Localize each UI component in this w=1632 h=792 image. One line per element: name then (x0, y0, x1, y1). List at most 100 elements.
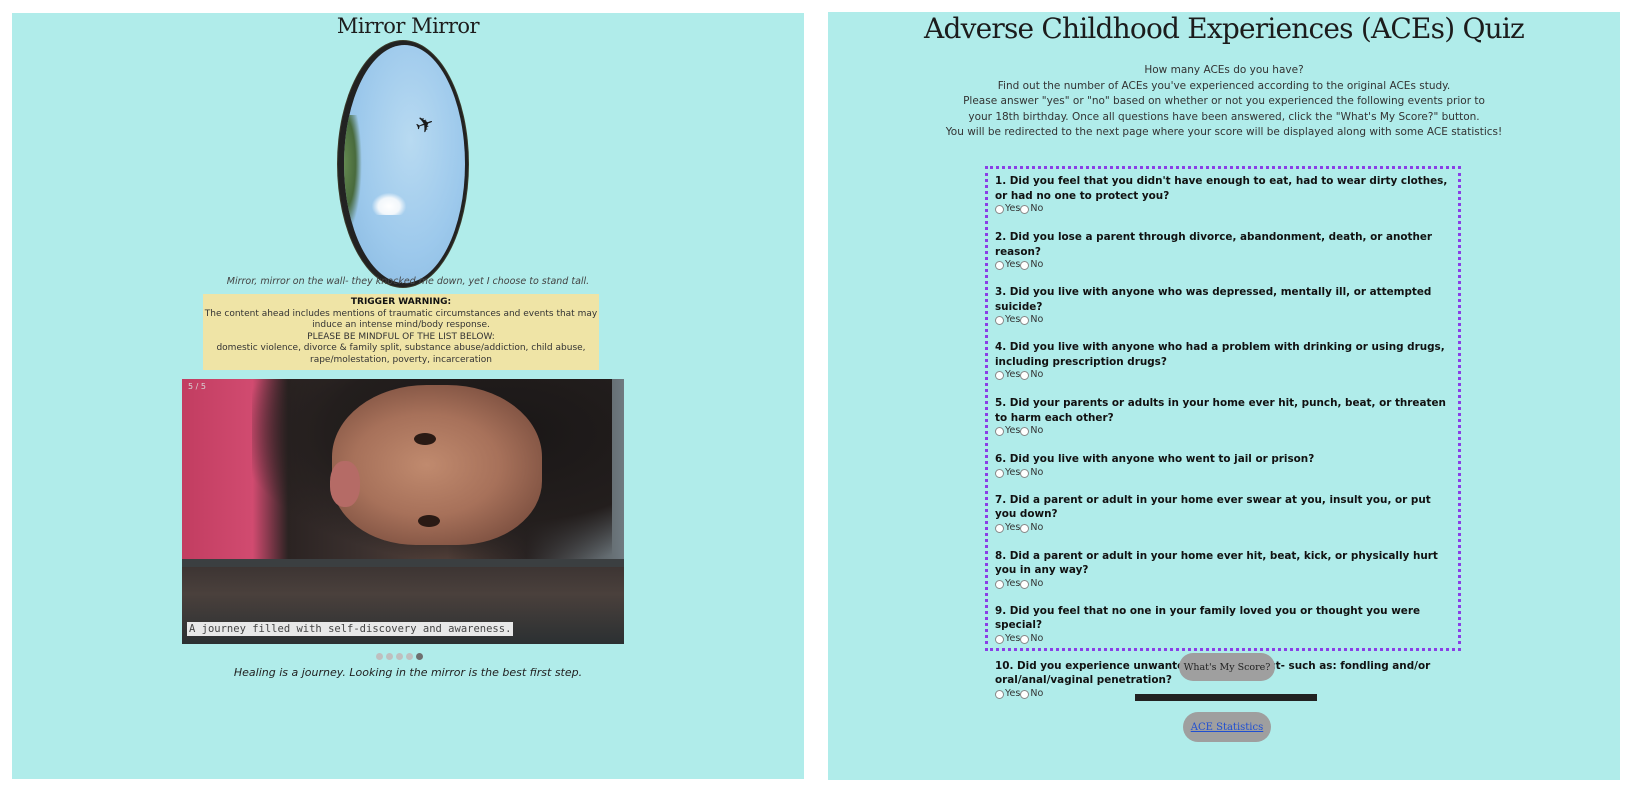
intro-line: Find out the number of ACEs you've exper… (997, 79, 1451, 92)
quiz-question: 6. Did you live with anyone who went to … (995, 452, 1452, 480)
question-text: 5. Did your parents or adults in your ho… (995, 397, 1446, 424)
page-title: Mirror Mirror (336, 14, 480, 38)
question-text: 8. Did a parent or adult in your home ev… (995, 549, 1438, 577)
ace-statistics-link[interactable]: ACE Statistics (1191, 722, 1263, 733)
yes-label: Yes (1005, 369, 1021, 381)
no-label: No (1030, 203, 1044, 215)
photo-eye (414, 433, 436, 445)
yes-label: Yes (1005, 466, 1021, 478)
intro-line: How many ACEs do you have? (1144, 64, 1304, 76)
yes-radio[interactable] (995, 468, 1004, 478)
no-radio[interactable] (1020, 371, 1030, 380)
divider (1135, 694, 1317, 701)
slide-number: 5 / 5 (188, 382, 206, 391)
oval-mirror-image: ✈ (338, 41, 468, 287)
no-label: No (1030, 314, 1044, 326)
photo-eye (418, 515, 440, 527)
quiz-question: 3. Did you live with anyone who was depr… (995, 285, 1452, 327)
mirror-page-panel: Mirror Mirror ✈ Mirror, mirror on the wa… (12, 13, 804, 779)
answer-options: Yes No (995, 633, 1452, 646)
no-radio[interactable] (1020, 634, 1030, 644)
no-radio[interactable] (1020, 427, 1030, 436)
slide-dot[interactable] (406, 653, 413, 660)
sky-reflection: ✈ (344, 45, 465, 283)
intro-line: Please answer "yes" or "no" based on whe… (963, 95, 1485, 107)
no-label: No (1030, 521, 1044, 533)
question-text: 9. Did you feel that no one in your fami… (995, 604, 1421, 632)
no-radio[interactable] (1020, 689, 1030, 699)
yes-radio[interactable] (995, 689, 1004, 699)
no-radio[interactable] (1020, 205, 1030, 214)
answer-options: Yes No (995, 578, 1452, 591)
trigger-warning-list: domestic violence, divorce & family spli… (216, 343, 586, 365)
no-label: No (1030, 632, 1044, 644)
no-radio[interactable] (1020, 523, 1030, 533)
intro-line: You will be redirected to the next page … (945, 126, 1503, 138)
no-label: No (1030, 466, 1044, 478)
slide-dot[interactable] (416, 653, 423, 660)
quiz-question: 1. Did you feel that you didn't have eno… (995, 174, 1452, 216)
yes-label: Yes (1005, 632, 1021, 644)
slide-dot[interactable] (376, 653, 383, 660)
yes-label: Yes (1005, 259, 1021, 271)
no-radio[interactable] (1020, 579, 1030, 589)
slide-caption: A journey filled with self-discovery and… (187, 622, 514, 636)
question-text: 1. Did you feel that you didn't have eno… (995, 175, 1448, 202)
slide-dot[interactable] (386, 653, 393, 660)
whats-my-score-button[interactable]: What's My Score? (1179, 653, 1275, 681)
yes-label: Yes (1005, 203, 1021, 215)
mirror-caption: Mirror, mirror on the wall- they knocked… (226, 276, 590, 287)
question-text: 7. Did a parent or adult in your home ev… (995, 493, 1431, 521)
cloud (372, 193, 406, 215)
answer-options: Yes No (995, 467, 1452, 480)
quiz-question: 9. Did you feel that no one in your fami… (995, 604, 1452, 646)
yes-label: Yes (1005, 314, 1021, 326)
quiz-page-panel: Adverse Childhood Experiences (ACEs) Qui… (828, 12, 1620, 780)
quiz-question: 5. Did your parents or adults in your ho… (995, 396, 1452, 438)
no-radio[interactable] (1020, 316, 1030, 325)
no-radio[interactable] (1020, 261, 1030, 270)
airplane-icon: ✈ (412, 110, 438, 141)
slide-dot[interactable] (396, 653, 403, 660)
answer-options: Yes No (995, 314, 1452, 327)
photo-mirror-edge (182, 559, 624, 567)
yes-radio[interactable] (995, 579, 1004, 589)
question-text: 4. Did you live with anyone who had a pr… (995, 341, 1445, 368)
yes-radio[interactable] (995, 205, 1004, 214)
yes-radio[interactable] (995, 316, 1004, 325)
slideshow-image[interactable]: 5 / 5 A journey filled with self-discove… (182, 379, 624, 644)
answer-options: Yes No (995, 522, 1452, 535)
question-text: 6. Did you live with anyone who went to … (995, 453, 1315, 465)
photo-lips (330, 461, 360, 507)
yes-radio[interactable] (995, 427, 1004, 436)
no-label: No (1030, 425, 1044, 437)
intro-line: your 18th birthday. Once all questions h… (968, 110, 1480, 123)
yes-radio[interactable] (995, 634, 1004, 644)
yes-radio[interactable] (995, 371, 1004, 380)
question-text: 2. Did you lose a parent through divorce… (995, 231, 1433, 258)
answer-options: Yes No (995, 259, 1452, 272)
yes-radio[interactable] (995, 261, 1004, 270)
trigger-warning-list-heading: PLEASE BE MINDFUL OF THE LIST BELOW: (307, 331, 495, 342)
trigger-warning-box: TRIGGER WARNING: The content ahead inclu… (203, 294, 599, 370)
yes-label: Yes (1005, 425, 1021, 437)
yes-radio[interactable] (995, 523, 1004, 533)
quiz-title: Adverse Childhood Experiences (ACEs) Qui… (924, 12, 1525, 45)
slideshow-dots (376, 653, 423, 661)
trigger-warning-text: The content ahead includes mentions of t… (204, 308, 598, 331)
healing-caption: Healing is a journey. Looking in the mir… (233, 666, 583, 679)
tree-leaves (344, 115, 362, 235)
quiz-intro: How many ACEs do you have? Find out the n… (828, 63, 1620, 141)
yes-label: Yes (1005, 687, 1021, 699)
answer-options: Yes No (995, 369, 1452, 382)
yes-label: Yes (1005, 521, 1021, 533)
no-radio[interactable] (1020, 468, 1030, 478)
quiz-questions-box: 1. Did you feel that you didn't have eno… (985, 166, 1461, 699)
quiz-question: 2. Did you lose a parent through divorce… (995, 230, 1452, 272)
answer-options: Yes No (995, 425, 1452, 438)
no-label: No (1030, 369, 1044, 381)
no-label: No (1030, 687, 1044, 699)
trigger-warning-title: TRIGGER WARNING: (350, 297, 452, 307)
answer-options: Yes No (995, 203, 1452, 216)
ace-statistics-button[interactable]: ACE Statistics (1183, 712, 1271, 742)
